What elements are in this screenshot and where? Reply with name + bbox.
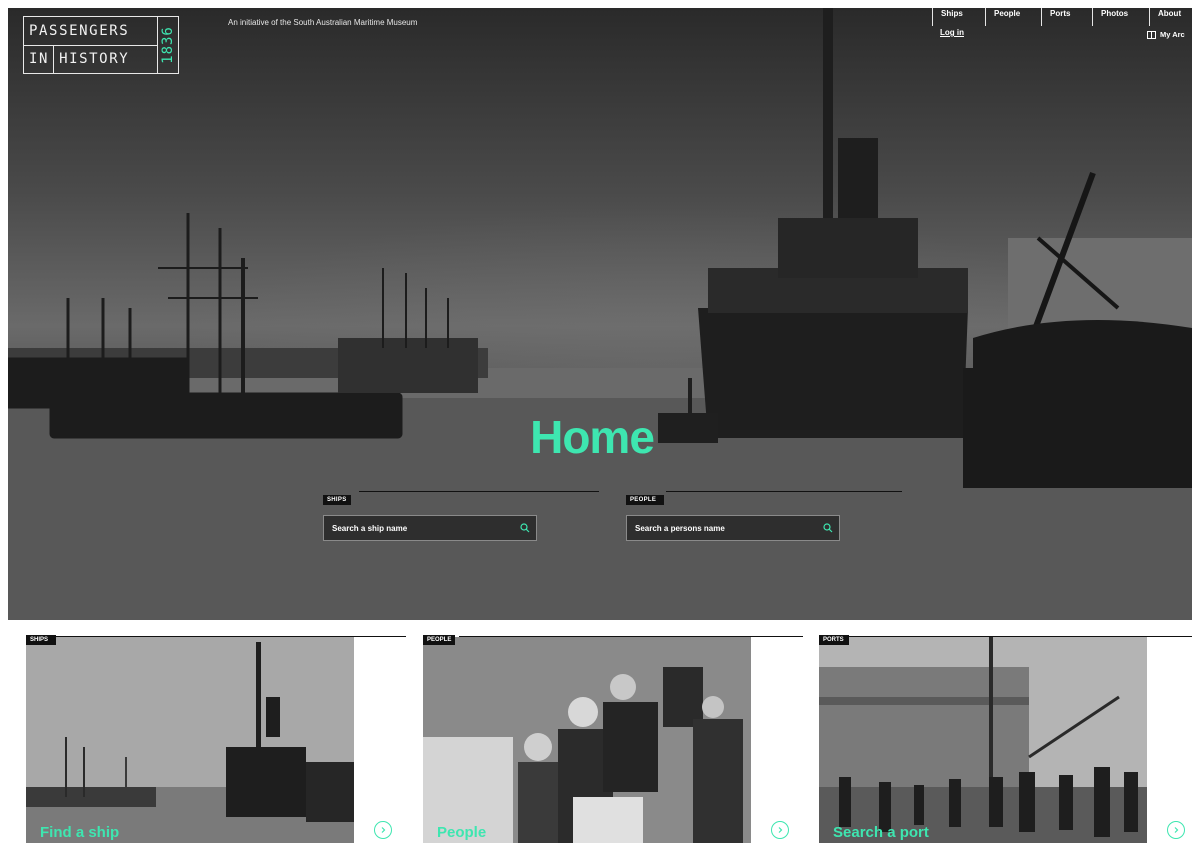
chevron-right-icon[interactable] — [771, 821, 789, 839]
main-nav: Ships People Ports Photos About — [932, 8, 1189, 26]
card-label-ports: Search a port — [833, 824, 929, 841]
nav-ports[interactable]: Ports — [1041, 8, 1092, 26]
search-icon[interactable] — [514, 517, 536, 539]
search-icon[interactable] — [817, 517, 839, 539]
book-icon — [1147, 30, 1156, 39]
ship-search-input[interactable]: Search a ship name — [323, 515, 537, 541]
logo-year: 1836 — [160, 26, 176, 64]
site-tagline: An initiative of the South Australian Ma… — [228, 18, 418, 27]
page-title: Home — [530, 411, 655, 463]
nav-about[interactable]: About — [1149, 8, 1189, 26]
card-find-ship[interactable]: SHIPS Find a ship — [26, 635, 406, 843]
people-search-placeholder: Search a persons name — [635, 523, 725, 533]
nav-people[interactable]: People — [985, 8, 1041, 26]
ship-search-tag: SHIPS — [323, 495, 351, 505]
card-photo-people — [423, 637, 751, 843]
nav-ships[interactable]: Ships — [932, 8, 985, 26]
card-photo-ports — [819, 637, 1147, 843]
logo-line-1: PASSENGERS — [29, 22, 130, 39]
ship-search-placeholder: Search a ship name — [332, 523, 408, 533]
card-people[interactable]: PEOPLE People — [423, 635, 803, 843]
card-photo-ships — [26, 637, 354, 843]
card-tag-people: PEOPLE — [423, 635, 456, 645]
my-archive-link[interactable]: My Arc — [1147, 30, 1185, 39]
card-label-ships: Find a ship — [40, 824, 120, 841]
card-search-port[interactable]: PORTS Search a port — [819, 635, 1192, 843]
card-tag-ships: SHIPS — [26, 635, 56, 645]
logo-line-2b: HISTORY — [59, 51, 130, 68]
card-label-people: People — [437, 824, 487, 841]
my-archive-label: My Arc — [1160, 30, 1185, 39]
card-tag-ports: PORTS — [819, 635, 849, 645]
hero-banner: PASSENGERS IN HISTORY 1836 An initiative… — [8, 8, 1192, 620]
logo-line-2a: IN — [29, 51, 50, 68]
login-link[interactable]: Log in — [940, 28, 964, 37]
chevron-right-icon[interactable] — [1167, 821, 1185, 839]
people-search-group: PEOPLE Search a persons name — [626, 488, 902, 541]
chevron-right-icon[interactable] — [374, 821, 392, 839]
nav-photos[interactable]: Photos — [1092, 8, 1149, 26]
hero-photo — [8, 8, 1192, 620]
people-search-input[interactable]: Search a persons name — [626, 515, 840, 541]
people-search-tag: PEOPLE — [626, 495, 664, 505]
ship-search-group: SHIPS Search a ship name — [323, 488, 599, 541]
site-logo[interactable]: PASSENGERS IN HISTORY 1836 — [23, 16, 179, 74]
